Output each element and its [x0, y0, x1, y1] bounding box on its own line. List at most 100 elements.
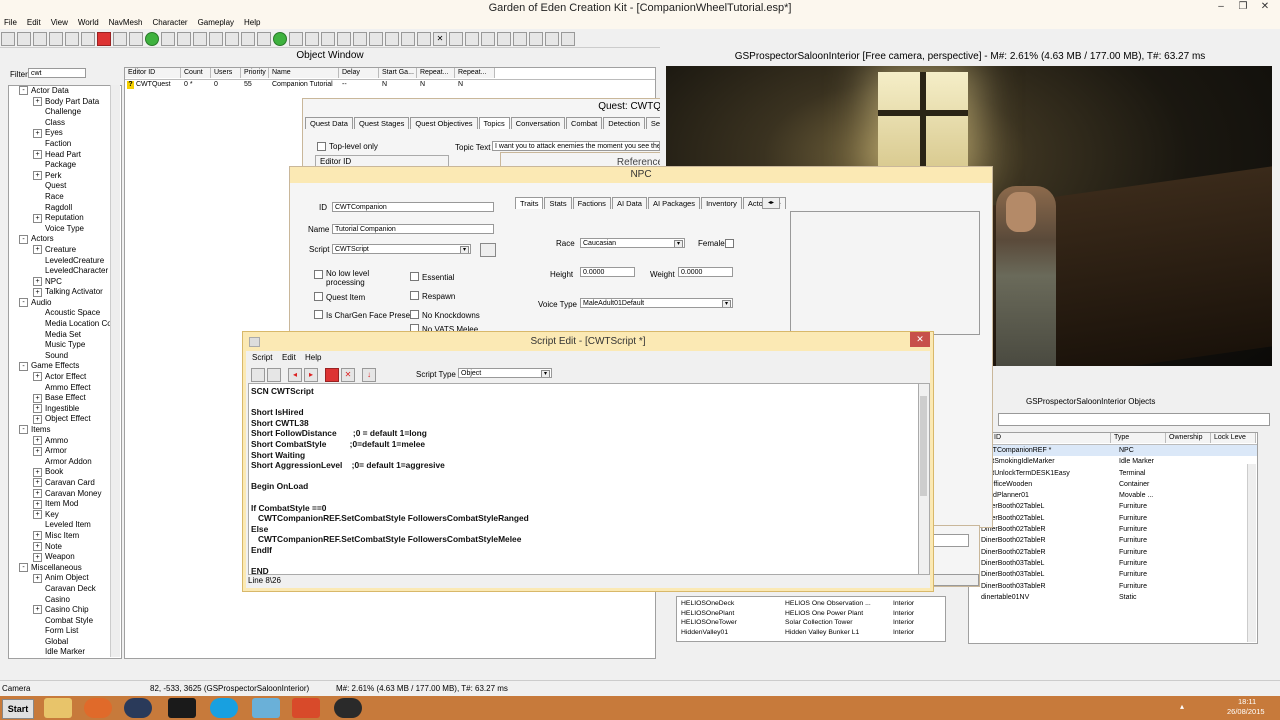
box4-icon[interactable] [353, 32, 367, 46]
npc-tab[interactable]: Factions [572, 197, 611, 209]
expand-icon[interactable]: + [33, 414, 42, 424]
collapse-icon[interactable]: - [19, 298, 28, 308]
expand-icon[interactable]: + [33, 277, 42, 287]
expand-icon[interactable]: + [33, 213, 42, 223]
edit-script-button[interactable] [480, 243, 496, 257]
column-header[interactable]: Ownership [1166, 433, 1211, 443]
expand-icon[interactable]: + [33, 435, 42, 445]
check-icon[interactable] [257, 32, 271, 46]
column-header[interactable]: Type [1111, 433, 1166, 443]
script-type-select[interactable]: Object ▾ [458, 368, 552, 378]
column-header[interactable]: Count [181, 68, 211, 78]
arrow-down-icon[interactable]: ↓ [362, 368, 376, 382]
world-cell-list[interactable]: HELIOSOneDeck HELIOS One Observation ... I… [676, 596, 946, 642]
tree-item[interactable]: Acoustic Space [9, 308, 121, 319]
table-row[interactable]: DinerBooth02TableR Furniture [969, 535, 1257, 546]
lasso-icon[interactable] [225, 32, 239, 46]
tree-item[interactable]: LeveledCreature [9, 256, 121, 267]
tree-item[interactable]: + Creature [9, 245, 121, 256]
world-cell-row[interactable]: HiddenValley01 Hidden Valley Bunker L1 Int… [677, 628, 945, 638]
pencil-icon[interactable] [289, 32, 303, 46]
column-header[interactable]: Repeat... [417, 68, 455, 78]
tree-category[interactable]: - Actors [9, 234, 121, 245]
tree-category[interactable]: - Miscellaneous [9, 563, 121, 574]
tree-category[interactable]: - Audio [9, 298, 121, 309]
menu-gameplay[interactable]: Gameplay [194, 16, 240, 29]
table-row[interactable]: DinerBooth03TableR Furniture [969, 581, 1257, 592]
save-icon[interactable] [267, 368, 281, 382]
x-icon[interactable]: ✕ [433, 32, 447, 46]
tree-item[interactable]: Global [9, 637, 121, 648]
box7-icon[interactable] [401, 32, 415, 46]
tree-scrollbar[interactable] [110, 85, 120, 657]
quest-item-checkbox[interactable] [314, 292, 323, 301]
quest-tab[interactable]: Quest Stages [353, 117, 410, 129]
box2-icon[interactable] [321, 32, 335, 46]
npc-tab[interactable]: Inventory [701, 197, 742, 209]
tree-item[interactable]: + Eyes [9, 128, 121, 139]
tree-item[interactable]: + Head Part [9, 150, 121, 161]
start-button[interactable]: Start [2, 699, 34, 719]
light-icon[interactable] [177, 32, 191, 46]
tree-item[interactable]: Caravan Deck [9, 584, 121, 595]
save-icon[interactable] [33, 32, 47, 46]
tree-item[interactable]: + Weapon [9, 552, 121, 563]
table-row[interactable]: faultUnlockTermDESK1Easy Terminal [969, 468, 1257, 479]
table-row[interactable]: dinertable01NV Static [969, 592, 1257, 603]
tree-item[interactable]: + Item Mod [9, 499, 121, 510]
filter-input[interactable]: cwt [28, 68, 86, 78]
menu-world[interactable]: World [74, 16, 105, 29]
column-header[interactable]: ID [991, 433, 1111, 443]
file-explorer-icon[interactable] [44, 698, 72, 718]
topic-text-field[interactable]: I want you to attack enemies the moment … [492, 141, 660, 151]
sky-icon[interactable] [193, 32, 207, 46]
app-icon[interactable] [252, 698, 280, 718]
npc-script-select[interactable]: CWTScript ▾ [332, 244, 471, 254]
steam-icon[interactable] [124, 698, 152, 718]
column-header[interactable]: Start Ga... [379, 68, 417, 78]
tree-item[interactable]: Race [9, 192, 121, 203]
tree-item[interactable]: + Caravan Card [9, 478, 121, 489]
collapse-icon[interactable]: - [19, 86, 28, 96]
tree-item[interactable]: Ragdoll [9, 203, 121, 214]
tree-item[interactable]: Form List [9, 626, 121, 637]
tree-item[interactable]: + NPC [9, 277, 121, 288]
marker-icon[interactable] [209, 32, 223, 46]
tree-item[interactable]: Casino [9, 595, 121, 606]
expand-icon[interactable]: + [33, 605, 42, 615]
nav-icon[interactable] [481, 32, 495, 46]
respawn-checkbox[interactable] [410, 291, 419, 300]
expand-icon[interactable]: + [33, 245, 42, 255]
column-header[interactable]: Delay [339, 68, 379, 78]
tree-category[interactable]: - Actor Data [9, 86, 121, 97]
maximize-button[interactable]: ❐ [1232, 0, 1254, 14]
expand-icon[interactable]: + [33, 499, 42, 509]
npc-bottom-select[interactable] [933, 534, 969, 547]
expand-icon[interactable]: + [33, 171, 42, 181]
column-header[interactable]: Lock Leve [1211, 433, 1256, 443]
npc-tab[interactable]: Stats [544, 197, 572, 209]
expand-icon[interactable]: + [33, 573, 42, 583]
tree-item[interactable]: + Anim Object [9, 573, 121, 584]
npc-bottom-button[interactable] [933, 574, 979, 586]
menu-character[interactable]: Character [148, 16, 193, 29]
box5-icon[interactable] [369, 32, 383, 46]
tree-item[interactable]: Media Set [9, 330, 121, 341]
npc-name-input[interactable]: Tutorial Companion [332, 224, 494, 234]
column-header[interactable]: Priority [241, 68, 269, 78]
npc-tab[interactable]: AI Packages [647, 197, 701, 209]
script-scrollbar-thumb[interactable] [920, 396, 927, 496]
female-checkbox[interactable] [725, 239, 734, 248]
tray-up-icon[interactable]: ▴ [1180, 702, 1188, 711]
expand-icon[interactable]: + [33, 96, 42, 106]
tree-item[interactable]: LeveledCharacter [9, 266, 121, 277]
tree-item[interactable]: + Reputation [9, 213, 121, 224]
table-row[interactable]: CWTQuest 0 * 0 55 Companion Tutorial -- N N N? [125, 80, 655, 91]
menu-view[interactable]: View [47, 16, 74, 29]
tree-item[interactable]: Faction [9, 139, 121, 150]
tree-item[interactable]: + Object Effect [9, 414, 121, 425]
arrow-right-icon[interactable]: ▸ [304, 368, 318, 382]
collapse-icon[interactable]: - [19, 361, 28, 371]
tree-item[interactable]: + Book [9, 467, 121, 478]
expand-icon[interactable]: + [33, 149, 42, 159]
